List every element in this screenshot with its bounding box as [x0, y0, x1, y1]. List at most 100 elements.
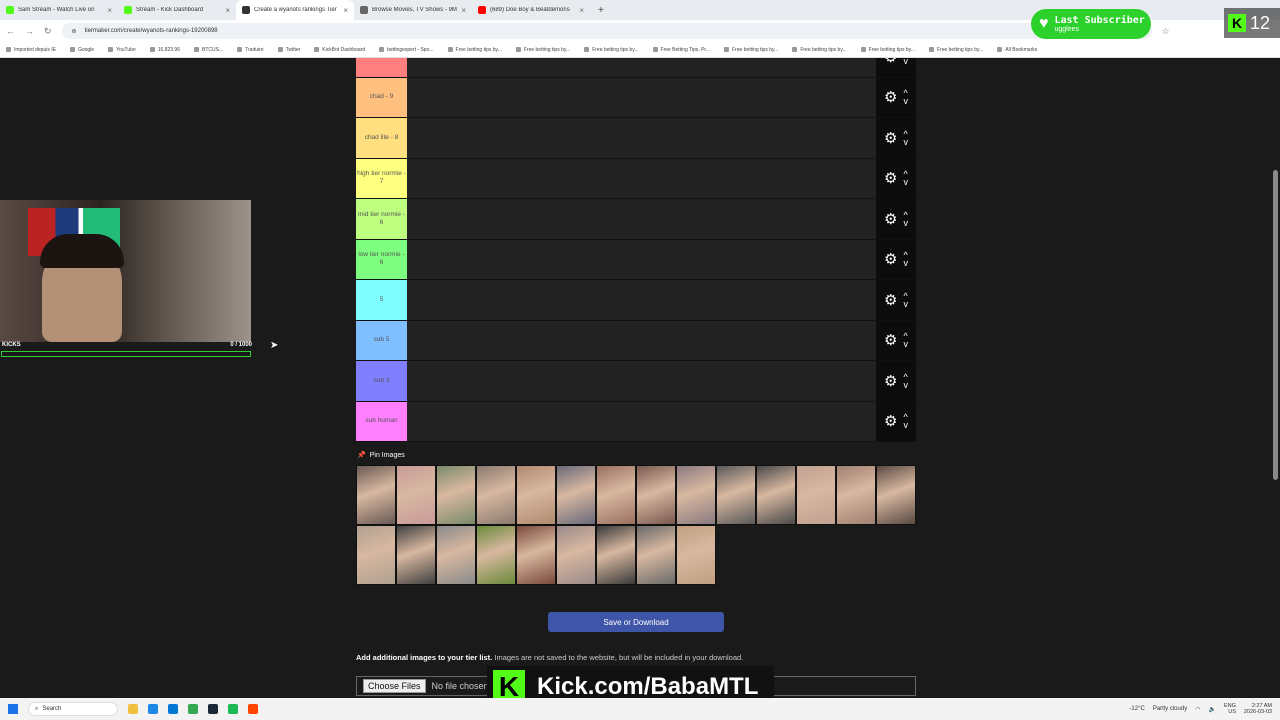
tier-settings-gear-icon[interactable]: ⚙ — [884, 169, 897, 187]
reload-icon[interactable]: ↻ — [44, 26, 52, 37]
tier-settings-gear-icon[interactable]: ⚙ — [884, 331, 897, 349]
browser-tab[interactable]: Stream - Kick Dashboard × — [118, 0, 236, 20]
move-down-icon[interactable]: v — [903, 299, 908, 308]
close-tab-icon[interactable]: × — [579, 6, 584, 15]
url-field[interactable]: ⊜ tiermaker.com/create/wyanots-rankings-… — [61, 23, 1152, 39]
tier-settings-gear-icon[interactable]: ⚙ — [884, 250, 897, 268]
draggable-image[interactable] — [396, 525, 436, 585]
tier-drop-zone[interactable] — [407, 280, 876, 320]
wifi-icon[interactable]: ◠ — [1195, 706, 1200, 713]
draggable-image[interactable] — [436, 525, 476, 585]
tier-label[interactable]: sub 5 — [356, 320, 407, 360]
tier-label[interactable]: low tier normie - 6 — [356, 239, 407, 279]
draggable-image[interactable] — [596, 465, 636, 525]
move-down-icon[interactable]: v — [903, 58, 908, 65]
move-down-icon[interactable]: v — [903, 340, 908, 349]
draggable-image[interactable] — [756, 465, 796, 525]
bookmark-item[interactable]: Twitter — [277, 47, 300, 53]
clock[interactable]: 2:27 AM 2026-03-03 — [1244, 703, 1272, 715]
bookmark-item[interactable]: Free betting tips by... — [928, 47, 983, 53]
close-tab-icon[interactable]: × — [107, 6, 112, 15]
close-tab-icon[interactable]: × — [343, 6, 348, 15]
tier-drop-zone[interactable] — [407, 361, 876, 401]
tier-drop-zone[interactable] — [407, 58, 876, 77]
tier-settings-gear-icon[interactable]: ⚙ — [884, 412, 897, 430]
tier-label[interactable]: sub 3 — [356, 361, 407, 401]
tier-settings-gear-icon[interactable]: ⚙ — [884, 210, 897, 228]
spotify-icon[interactable] — [228, 704, 238, 714]
draggable-image[interactable] — [396, 465, 436, 525]
tier-label[interactable]: chad lite - 8 — [356, 118, 407, 158]
move-down-icon[interactable]: v — [903, 178, 908, 187]
close-tab-icon[interactable]: × — [461, 6, 466, 15]
scrollbar[interactable] — [1273, 170, 1278, 480]
tier-drop-zone[interactable] — [407, 320, 876, 360]
bookmark-item[interactable]: Free betting tips by... — [447, 47, 502, 53]
taskbar-search[interactable]: ⌕ Search — [28, 702, 118, 716]
store-icon[interactable] — [168, 704, 178, 714]
browser-tab[interactable]: Sam Stream - Watch Live on × — [0, 0, 118, 20]
move-down-icon[interactable]: v — [903, 380, 908, 389]
pin-images-header[interactable]: 📌 Pin Images — [357, 451, 405, 460]
bookmark-item[interactable]: Imported depuis IE — [6, 47, 56, 53]
tier-drop-zone[interactable] — [407, 401, 876, 441]
bookmark-item[interactable]: BTCUS... — [194, 47, 223, 53]
file-explorer-icon[interactable] — [128, 704, 138, 714]
draggable-image[interactable] — [556, 465, 596, 525]
bookmark-item[interactable]: Free Betting Tips, Pr... — [652, 47, 710, 53]
tier-label[interactable]: 10 — [356, 58, 407, 77]
tier-label[interactable]: mid tier normie - 6 — [356, 199, 407, 239]
move-down-icon[interactable]: v — [903, 218, 908, 227]
draggable-image[interactable] — [836, 465, 876, 525]
draggable-image[interactable] — [356, 525, 396, 585]
tier-label[interactable]: sub human — [356, 401, 407, 441]
bookmark-item[interactable]: bettingexpert - Spo... — [379, 47, 434, 53]
tier-settings-gear-icon[interactable]: ⚙ — [884, 291, 897, 309]
tier-label[interactable]: high tier normie - 7 — [356, 158, 407, 198]
chrome-icon[interactable] — [188, 704, 198, 714]
volume-icon[interactable]: 🔈 — [1208, 706, 1215, 713]
bookmark-item[interactable]: YouTube — [108, 47, 136, 53]
app-icon[interactable] — [248, 704, 258, 714]
move-down-icon[interactable]: v — [903, 259, 908, 268]
draggable-image[interactable] — [516, 525, 556, 585]
tier-drop-zone[interactable] — [407, 199, 876, 239]
move-down-icon[interactable]: v — [903, 421, 908, 430]
draggable-image[interactable] — [676, 525, 716, 585]
bookmark-item[interactable]: All Bookmarks — [997, 47, 1037, 53]
tier-settings-gear-icon[interactable]: ⚙ — [884, 129, 897, 147]
draggable-image[interactable] — [556, 525, 596, 585]
draggable-image[interactable] — [876, 465, 916, 525]
edge-icon[interactable] — [148, 704, 158, 714]
browser-tab[interactable]: Create a wyanots rankings Tier × — [236, 0, 354, 20]
browser-tab[interactable]: (689) Doe Boy & Beatdemons × — [472, 0, 590, 20]
bookmark-item[interactable]: Google — [69, 47, 94, 53]
bookmark-item[interactable]: 16,823.96 — [149, 47, 180, 53]
tier-label[interactable]: chad - 9 — [356, 77, 407, 117]
bookmark-item[interactable]: KickBot Dashboard — [314, 47, 365, 53]
draggable-image[interactable] — [476, 525, 516, 585]
bookmark-star-icon[interactable]: ☆ — [1162, 26, 1170, 37]
tier-drop-zone[interactable] — [407, 158, 876, 198]
move-down-icon[interactable]: v — [903, 97, 908, 106]
browser-tab[interactable]: Browse Movies, TV Shows - 9M × — [354, 0, 472, 20]
lang-indicator[interactable]: ENG US — [1224, 703, 1236, 715]
draggable-image[interactable] — [636, 525, 676, 585]
draggable-image[interactable] — [636, 465, 676, 525]
tier-drop-zone[interactable] — [407, 118, 876, 158]
tier-drop-zone[interactable] — [407, 239, 876, 279]
draggable-image[interactable] — [716, 465, 756, 525]
bookmark-item[interactable]: Traduire — [237, 47, 264, 53]
bookmark-item[interactable]: Free betting tips by... — [584, 47, 639, 53]
site-info-icon[interactable]: ⊜ — [72, 28, 77, 35]
bookmark-item[interactable]: Free betting tips by... — [723, 47, 778, 53]
tier-settings-gear-icon[interactable]: ⚙ — [884, 372, 897, 390]
forward-icon[interactable]: → — [25, 26, 34, 36]
windows-start-icon[interactable] — [8, 704, 18, 714]
steam-icon[interactable] — [208, 704, 218, 714]
bookmark-item[interactable]: Free betting tips by... — [515, 47, 570, 53]
draggable-image[interactable] — [516, 465, 556, 525]
tier-settings-gear-icon[interactable]: ⚙ — [884, 88, 897, 106]
draggable-image[interactable] — [796, 465, 836, 525]
close-tab-icon[interactable]: × — [225, 6, 230, 15]
